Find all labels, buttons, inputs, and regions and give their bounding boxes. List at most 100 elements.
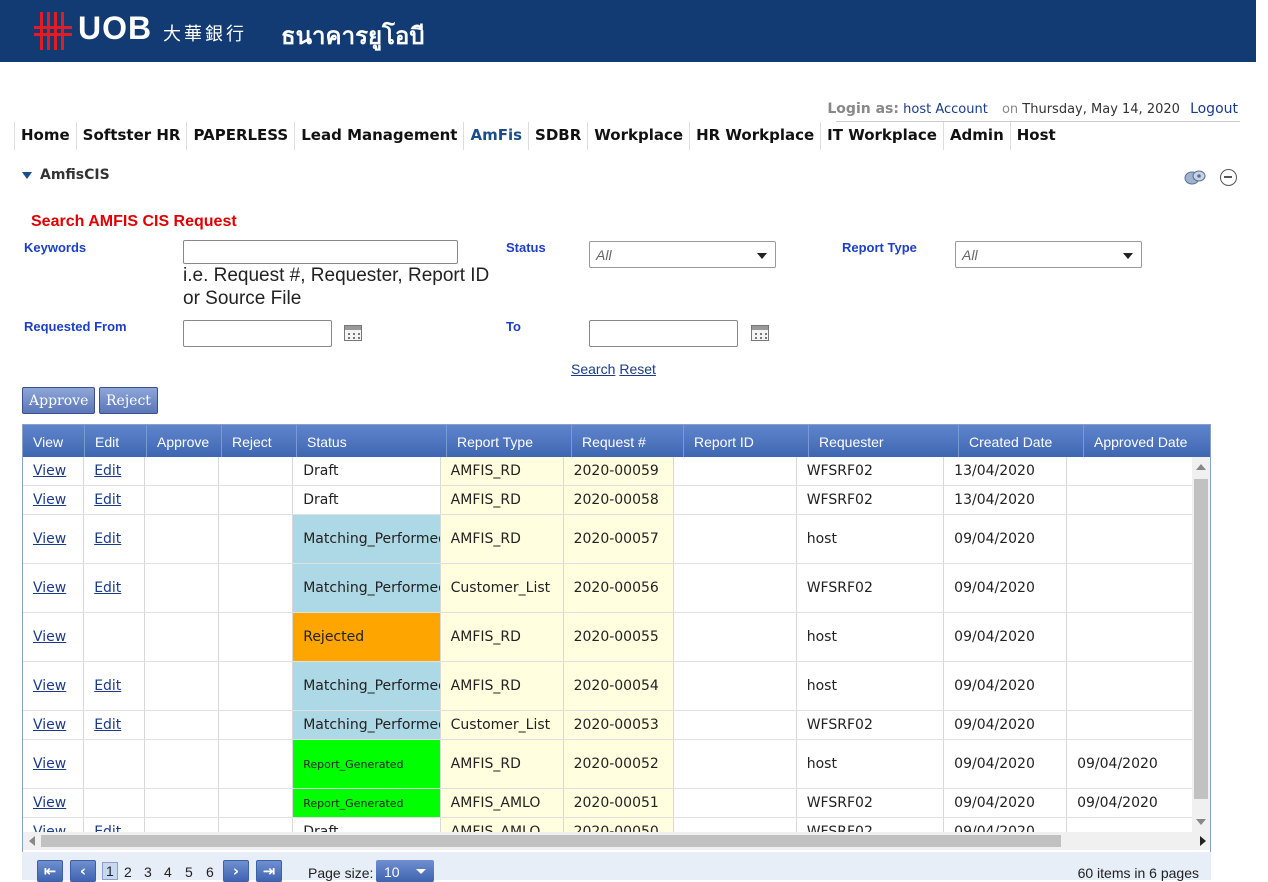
- last-page-icon[interactable]: ⇥: [256, 860, 282, 882]
- page-number[interactable]: 3: [144, 864, 152, 880]
- page-number[interactable]: 2: [124, 864, 132, 880]
- calendar-icon[interactable]: [751, 325, 769, 341]
- column-header-edit[interactable]: Edit: [85, 425, 147, 457]
- vertical-scroll-thumb[interactable]: [1194, 479, 1208, 799]
- approve-cell: [145, 486, 220, 514]
- column-header-view[interactable]: View: [23, 425, 85, 457]
- requested-from-input[interactable]: [183, 320, 332, 347]
- scroll-down-icon[interactable]: [1196, 819, 1206, 825]
- nav-item-home[interactable]: Home: [14, 122, 76, 150]
- nav-item-hr-workplace[interactable]: HR Workplace: [689, 122, 820, 150]
- status-cell: Report_Generated: [293, 789, 441, 817]
- approved-date-cell: 09/04/2020: [1067, 740, 1193, 788]
- nav-item-workplace[interactable]: Workplace: [587, 122, 689, 150]
- edit-link[interactable]: Edit: [84, 515, 146, 563]
- first-page-icon[interactable]: ⇤: [37, 860, 63, 882]
- column-header-reject[interactable]: Reject: [222, 425, 297, 457]
- page-number[interactable]: 5: [185, 864, 193, 880]
- approve-button[interactable]: Approve: [22, 387, 96, 414]
- column-header-created-date[interactable]: Created Date: [959, 425, 1084, 457]
- requester-cell: WFSRF02: [797, 486, 945, 514]
- view-link[interactable]: View: [23, 789, 85, 817]
- page-number[interactable]: 4: [164, 864, 172, 880]
- reject-button[interactable]: Reject: [99, 387, 158, 414]
- nav-item-admin[interactable]: Admin: [942, 122, 1010, 150]
- request-number-cell: 2020-00054: [563, 662, 674, 710]
- grid-body: View Edit Draft AMFIS_RD 2020-00059 WFSRF02 13…: [23, 457, 1193, 832]
- view-link[interactable]: View: [23, 515, 85, 563]
- search-links: Search Reset: [571, 361, 660, 377]
- nav-item-amfis[interactable]: AmFis: [463, 122, 528, 150]
- login-account[interactable]: host Account: [903, 102, 988, 117]
- edit-link[interactable]: Edit: [84, 486, 146, 514]
- column-header-request[interactable]: Request #: [572, 425, 684, 457]
- requester-cell: WFSRF02: [797, 789, 945, 817]
- requester-cell: WFSRF02: [797, 711, 945, 739]
- column-header-status[interactable]: Status: [297, 425, 447, 457]
- chevron-down-icon: [1123, 253, 1133, 259]
- report-type-cell: AMFIS_RD: [440, 613, 564, 661]
- vertical-scrollbar[interactable]: [1192, 457, 1210, 832]
- settings-icon[interactable]: [1184, 168, 1206, 186]
- keywords-input[interactable]: [183, 240, 458, 264]
- view-link[interactable]: View: [23, 740, 85, 788]
- status-select-value: All: [596, 247, 612, 263]
- nav-item-paperless[interactable]: PAPERLESS: [186, 122, 294, 150]
- report-id-cell: [674, 662, 797, 710]
- next-page-icon[interactable]: ›: [223, 860, 249, 882]
- view-link[interactable]: View: [23, 711, 85, 739]
- scroll-up-icon[interactable]: [1196, 464, 1206, 470]
- view-link[interactable]: View: [23, 613, 85, 661]
- column-header-report-id[interactable]: Report ID: [684, 425, 809, 457]
- edit-link[interactable]: Edit: [84, 457, 146, 485]
- report-id-cell: [674, 564, 797, 612]
- calendar-icon[interactable]: [344, 325, 362, 341]
- prev-page-icon[interactable]: ‹: [70, 860, 96, 882]
- nav-item-sdbr[interactable]: SDBR: [528, 122, 587, 150]
- approve-cell: [145, 457, 220, 485]
- minimize-icon[interactable]: [1220, 169, 1237, 186]
- column-header-requester[interactable]: Requester: [809, 425, 959, 457]
- logout-link[interactable]: Logout: [1190, 101, 1238, 117]
- horizontal-scroll-thumb[interactable]: [41, 835, 1061, 847]
- view-link[interactable]: View: [23, 486, 85, 514]
- status-select[interactable]: All: [589, 241, 776, 268]
- view-link[interactable]: View: [23, 662, 85, 710]
- approved-date-cell: [1067, 486, 1193, 514]
- nav-item-it-workplace[interactable]: IT Workplace: [820, 122, 943, 150]
- uob-logo-icon: [34, 12, 72, 50]
- nav-item-softster-hr[interactable]: Softster HR: [75, 122, 187, 150]
- page-number[interactable]: 1: [102, 862, 118, 880]
- view-link[interactable]: View: [23, 564, 85, 612]
- table-row: View Edit Matching_Performed AMFIS_RD 2020-0…: [23, 662, 1193, 711]
- column-header-report-type[interactable]: Report Type: [447, 425, 572, 457]
- scroll-left-icon[interactable]: [29, 836, 35, 846]
- edit-link[interactable]: Edit: [84, 818, 146, 832]
- request-grid: View Edit Approve Reject Status Report Type Re…: [22, 424, 1211, 854]
- collapse-triangle-icon[interactable]: [22, 171, 32, 179]
- created-date-cell: 13/04/2020: [944, 457, 1068, 485]
- edit-link[interactable]: Edit: [84, 711, 146, 739]
- module-header[interactable]: AmfisCIS: [22, 167, 110, 183]
- search-link[interactable]: Search: [571, 361, 615, 377]
- table-row: View Report_Generated AMFIS_RD 2020-00052 ho…: [23, 740, 1193, 789]
- report-type-select[interactable]: All: [955, 241, 1142, 268]
- scroll-right-icon[interactable]: [1200, 836, 1206, 846]
- page-number[interactable]: 6: [206, 864, 214, 880]
- page-size-select[interactable]: 10: [376, 860, 434, 882]
- approve-cell: [145, 662, 220, 710]
- requested-to-input[interactable]: [589, 320, 738, 347]
- horizontal-scrollbar[interactable]: [23, 832, 1210, 850]
- reset-link[interactable]: Reset: [619, 361, 656, 377]
- view-link[interactable]: View: [23, 457, 85, 485]
- created-date-cell: 09/04/2020: [944, 740, 1068, 788]
- column-header-approved-date[interactable]: Approved Date: [1084, 425, 1210, 457]
- nav-item-host[interactable]: Host: [1009, 122, 1062, 150]
- view-link[interactable]: View: [23, 818, 85, 832]
- approve-cell: [145, 564, 220, 612]
- report-type-cell: AMFIS_AMLO: [440, 818, 564, 832]
- column-header-approve[interactable]: Approve: [147, 425, 222, 457]
- nav-item-lead-management[interactable]: Lead Management: [294, 122, 463, 150]
- edit-link[interactable]: Edit: [84, 564, 146, 612]
- edit-link[interactable]: Edit: [84, 662, 146, 710]
